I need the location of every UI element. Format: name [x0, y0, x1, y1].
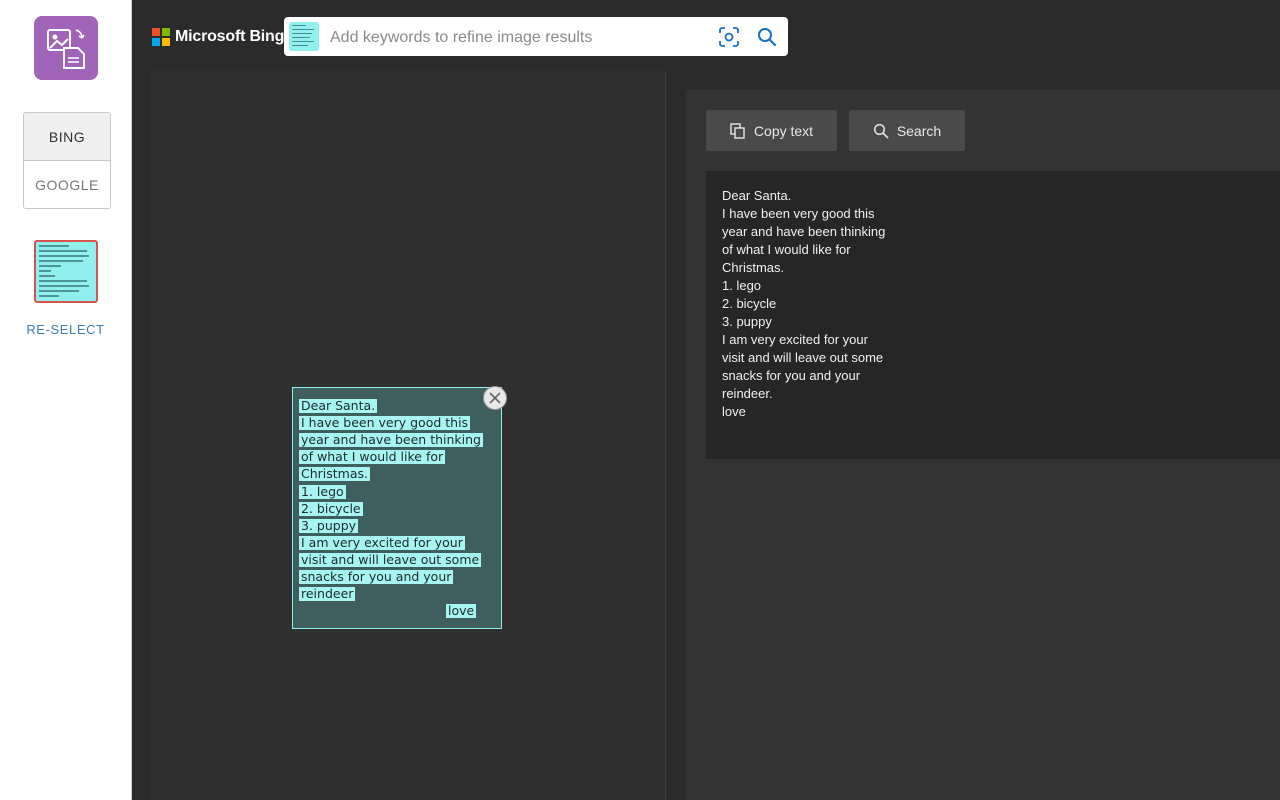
search-bar: [284, 17, 788, 58]
image-preview-panel: Dear Santa. I have been very good this y…: [151, 71, 666, 800]
copy-text-button[interactable]: Copy text: [706, 110, 837, 151]
selected-image-thumbnail[interactable]: [34, 240, 98, 303]
note-line: reindeer: [299, 586, 356, 601]
app-logo-icon[interactable]: [34, 16, 98, 80]
engine-bing-button[interactable]: BING: [24, 113, 110, 161]
search-text-button[interactable]: Search: [849, 110, 965, 151]
reselect-link[interactable]: RE-SELECT: [0, 322, 131, 337]
sidebar: BING GOOGLE RE-SELECT: [0, 0, 132, 800]
text-line: of what I would like for: [722, 242, 851, 257]
top-bar: Microsoft Bing: [132, 0, 1280, 70]
text-line: love: [722, 404, 746, 419]
search-image-thumbnail[interactable]: [289, 22, 319, 51]
note-line: of what I would like for: [299, 449, 446, 464]
text-line: 2. bicycle: [722, 296, 777, 311]
text-line: year and have been thinking: [722, 224, 886, 239]
note-line: year and have been thinking: [299, 432, 483, 447]
extracted-text[interactable]: Dear Santa. I have been very good this y…: [722, 187, 885, 421]
text-result-panel: Copy text Search Dear Santa. I have been…: [686, 90, 1280, 800]
note-line: 2. bicycle: [299, 501, 363, 516]
note-line: 1. lego: [299, 484, 346, 499]
microsoft-bing-logo[interactable]: Microsoft Bing: [152, 28, 284, 46]
text-line: visit and will leave out some: [722, 350, 884, 365]
search-text-label: Search: [896, 122, 942, 139]
text-line: Christmas.: [722, 260, 785, 275]
text-line: Dear Santa.: [722, 188, 792, 203]
search-input[interactable]: [328, 17, 702, 58]
text-line: I have been very good this: [722, 206, 875, 221]
note-line: 3. puppy: [299, 518, 359, 533]
text-line: snacks for you and your: [722, 368, 861, 383]
note-line: I have been very good this: [299, 415, 471, 430]
close-icon: [489, 392, 501, 404]
copy-icon: [730, 122, 745, 139]
note-image-selection[interactable]: Dear Santa. I have been very good this y…: [292, 386, 507, 629]
note-line: Dear Santa.: [299, 398, 378, 413]
search-icon: [873, 123, 889, 138]
brand-name: Microsoft Bing: [175, 28, 285, 45]
extracted-text-box[interactable]: Dear Santa. I have been very good this y…: [706, 171, 1280, 459]
note-line: visit and will leave out some: [299, 552, 482, 567]
text-line: reindeer.: [722, 386, 773, 401]
microsoft-logo-icon: [152, 28, 170, 46]
engine-google-button[interactable]: GOOGLE: [24, 161, 110, 208]
note-line: love: [446, 603, 477, 618]
search-engine-selector: BING GOOGLE: [23, 112, 111, 209]
text-line: 1. lego: [722, 278, 762, 293]
note-line: Christmas.: [299, 466, 370, 481]
note-line: I am very excited for your: [299, 535, 465, 550]
text-line: I am very excited for your: [722, 332, 868, 347]
copy-text-label: Copy text: [753, 122, 814, 139]
visual-search-icon[interactable]: [718, 26, 740, 48]
close-selection-button[interactable]: [483, 386, 507, 410]
text-line: 3. puppy: [722, 314, 772, 329]
search-icon[interactable]: [756, 26, 778, 48]
note-line: snacks for you and your: [299, 569, 454, 584]
